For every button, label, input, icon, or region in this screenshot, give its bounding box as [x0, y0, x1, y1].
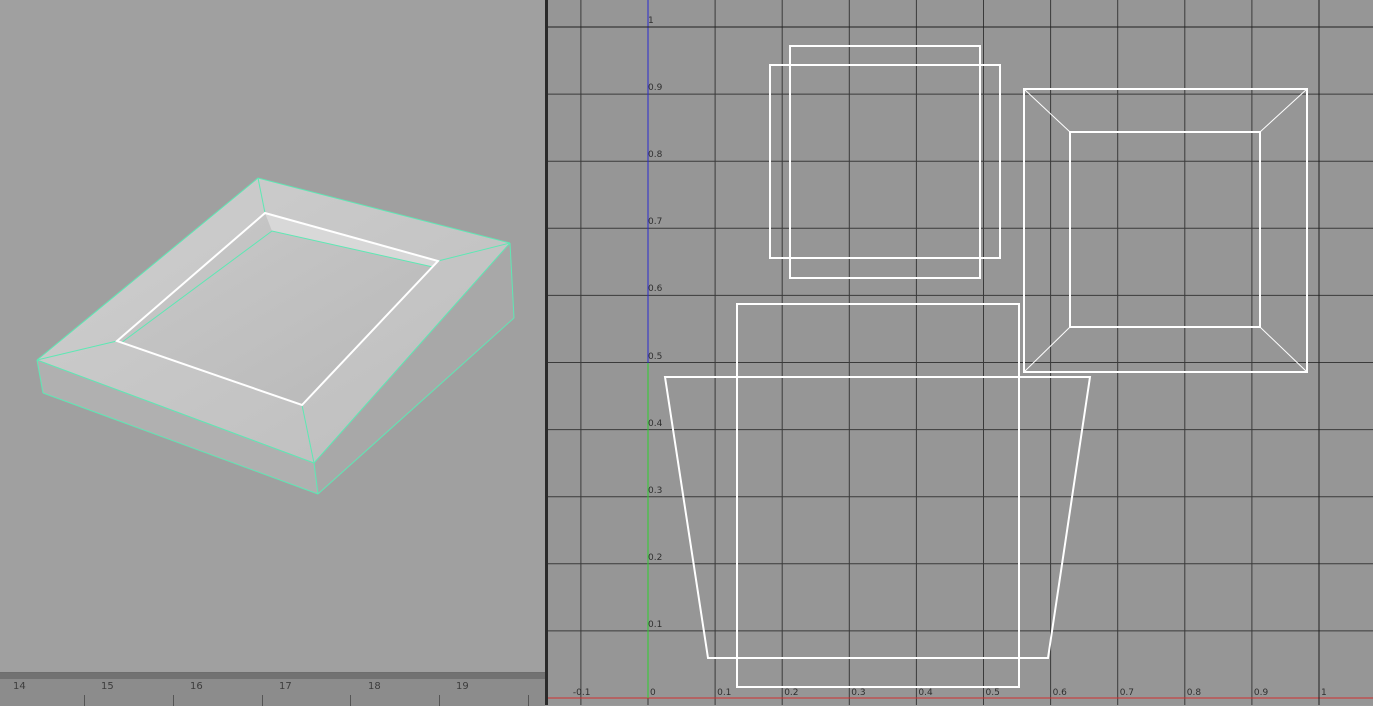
perspective-viewport[interactable] — [0, 0, 545, 705]
u-axis-label: 0.9 — [1253, 688, 1269, 698]
u-axis-label: 0.6 — [1052, 688, 1067, 698]
uv-shell-bottom-rect[interactable] — [736, 303, 1020, 688]
v-axis-label: 1 — [648, 16, 654, 26]
timeline-slider[interactable]: 14 15 16 17 18 19 — [0, 672, 545, 706]
u-axis-label: 0.2 — [784, 688, 799, 698]
u-axis-label: 0.8 — [1186, 688, 1202, 698]
frame-tick — [84, 695, 85, 706]
u-axis-label: 0 — [650, 688, 656, 698]
timeline-strip — [0, 673, 545, 679]
frame-label-16: 16 — [190, 681, 203, 692]
uv-shell-bottom-trapezoid[interactable] — [663, 376, 1092, 659]
v-axis-label: 0.3 — [648, 485, 663, 496]
v-axis-label: 0.8 — [648, 150, 663, 161]
u-axis-label: 1 — [1321, 688, 1327, 698]
frame-tick — [262, 695, 263, 706]
uv-shell-top-a[interactable] — [789, 45, 981, 279]
frame-tick — [173, 695, 174, 706]
tray-mesh[interactable] — [36, 177, 515, 495]
u-axis-label: 0.5 — [985, 688, 1000, 698]
v-axis-label: 0.5 — [648, 351, 663, 362]
frame-label-18: 18 — [368, 681, 381, 692]
frame-label-19: 19 — [456, 681, 469, 692]
u-axis-label: -0.1 — [572, 688, 591, 698]
frame-tick — [350, 695, 351, 706]
frame-tick — [528, 695, 529, 706]
uv-editor-panel[interactable]: -0.1 0 0.1 0.2 0.3 0.4 0.5 0.6 0.7 0.8 0.9 1 1 0.9 0.8… — [548, 0, 1373, 705]
v-axis-label: 0.1 — [648, 619, 663, 630]
viewport-canvas[interactable] — [0, 0, 545, 705]
v-axis-label: 0.7 — [648, 217, 663, 228]
frame-label-15: 15 — [101, 681, 114, 692]
u-axis-label: 0.4 — [918, 688, 933, 698]
uv-grid-lines — [548, 0, 1373, 705]
uv-shell-frame[interactable] — [1023, 88, 1308, 373]
frame-label-14: 14 — [13, 681, 26, 692]
u-axis-label: 0.3 — [851, 688, 866, 698]
v-axis-label: 0.6 — [648, 284, 663, 295]
uv-shells[interactable] — [663, 45, 1308, 688]
v-axis-label: 0.2 — [648, 552, 663, 563]
frame-label-17: 17 — [279, 681, 292, 692]
frame-tick — [439, 695, 440, 706]
u-axis-label: 0.1 — [717, 688, 732, 698]
v-axis-label: 0.9 — [648, 83, 663, 94]
uv-grid-canvas[interactable] — [548, 0, 1373, 705]
v-axis-label: 0.4 — [648, 418, 663, 429]
u-axis-label: 0.7 — [1119, 688, 1135, 698]
